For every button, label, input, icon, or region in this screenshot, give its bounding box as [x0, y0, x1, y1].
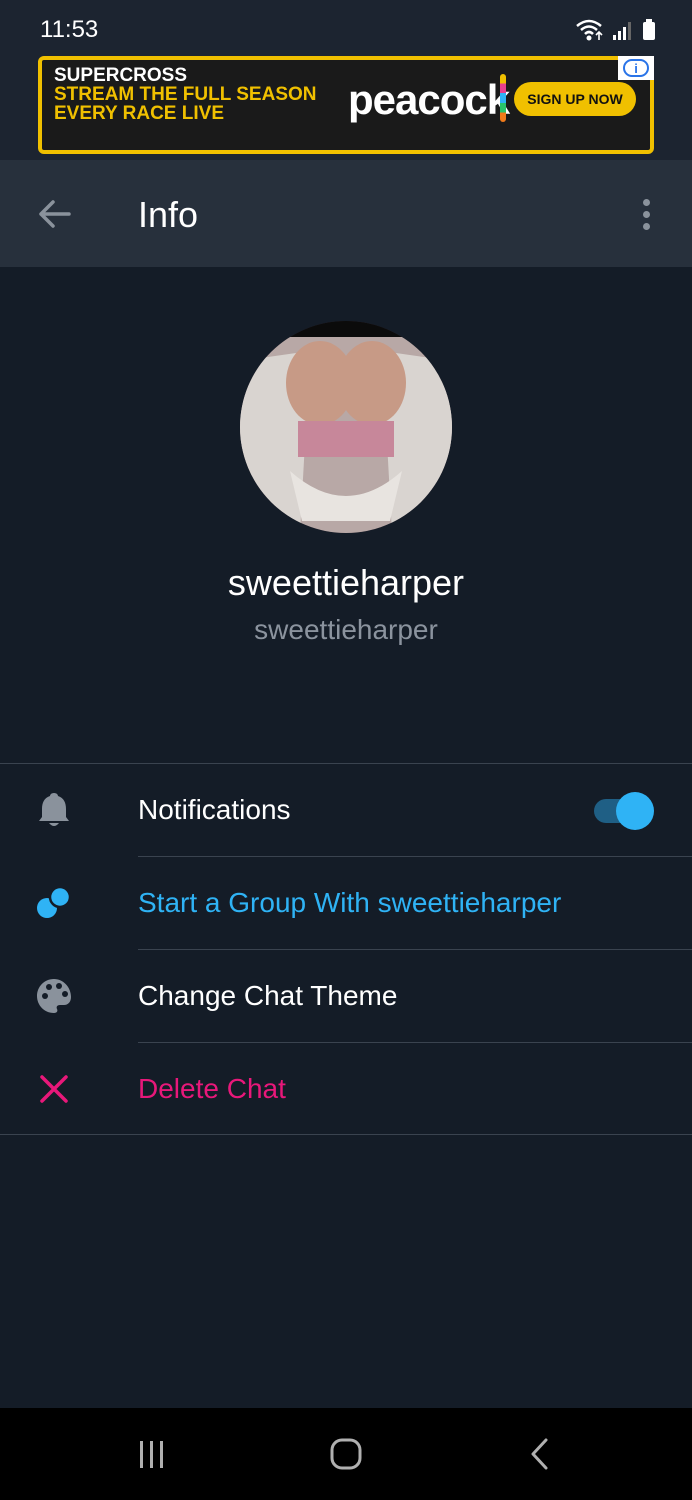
ad-brand-logo: peacock: [348, 76, 510, 123]
signal-icon: [612, 19, 634, 46]
notifications-label: Notifications: [138, 794, 291, 825]
ad-line-2: STREAM THE FULL SEASON: [54, 84, 317, 105]
status-icons: [574, 18, 656, 47]
profile-display-name: sweettieharper: [227, 562, 465, 603]
recent-apps-button[interactable]: [128, 1432, 176, 1476]
start-group-label: Start a Group With sweettieharper: [138, 887, 562, 918]
status-bar: 11:53: [0, 0, 692, 52]
toggle-knob: [616, 792, 654, 830]
ad-area: SUPERCROSS STREAM THE FULL SEASON EVERY …: [0, 52, 692, 160]
wifi-icon: [574, 18, 604, 47]
app-bar: Info: [0, 160, 692, 267]
more-vert-icon: [642, 198, 650, 206]
recent-apps-icon: [140, 1441, 163, 1468]
ad-text: SUPERCROSS STREAM THE FULL SEASON EVERY …: [54, 66, 317, 123]
more-vert-dot: [642, 222, 650, 230]
ad-brand-dots: [500, 74, 506, 122]
page-title: Info: [138, 194, 199, 235]
close-icon: [30, 1067, 78, 1111]
notifications-row[interactable]: Notifications: [0, 764, 692, 856]
delete-chat-row[interactable]: Delete Chat: [0, 1043, 692, 1135]
more-vert-dot: [642, 210, 650, 218]
delete-chat-label: Delete Chat: [138, 1073, 286, 1104]
palette-icon: [30, 974, 78, 1018]
ad-signup-button[interactable]: SIGN UP NOW: [514, 82, 636, 116]
status-time: 11:53: [40, 16, 99, 43]
start-group-row[interactable]: Start a Group With sweettieharper: [0, 857, 692, 949]
chevron-left-icon: [531, 1438, 548, 1470]
home-button[interactable]: [322, 1432, 370, 1476]
bell-icon: [30, 788, 78, 832]
group-icon: [30, 881, 78, 925]
back-button[interactable]: [30, 192, 78, 236]
arrow-left-icon: [39, 200, 71, 228]
ad-info-icon[interactable]: i: [618, 56, 654, 80]
system-nav-bar: [0, 1408, 692, 1500]
more-options-button[interactable]: [626, 190, 666, 238]
ad-info-glyph: i: [623, 59, 649, 77]
change-theme-row[interactable]: Change Chat Theme: [0, 950, 692, 1042]
home-icon: [330, 1438, 362, 1470]
avatar[interactable]: [240, 321, 452, 533]
nav-back-button[interactable]: [516, 1432, 564, 1476]
ad-line-1: SUPERCROSS: [54, 65, 188, 86]
change-theme-label: Change Chat Theme: [138, 980, 398, 1011]
avatar-image: [240, 321, 452, 533]
notifications-toggle[interactable]: [592, 790, 656, 830]
battery-icon: [642, 19, 656, 46]
profile-username: sweettieharper: [254, 614, 438, 645]
ad-line-3: EVERY RACE LIVE: [54, 103, 224, 124]
ad-banner[interactable]: SUPERCROSS STREAM THE FULL SEASON EVERY …: [38, 56, 654, 154]
divider: [0, 1134, 692, 1135]
